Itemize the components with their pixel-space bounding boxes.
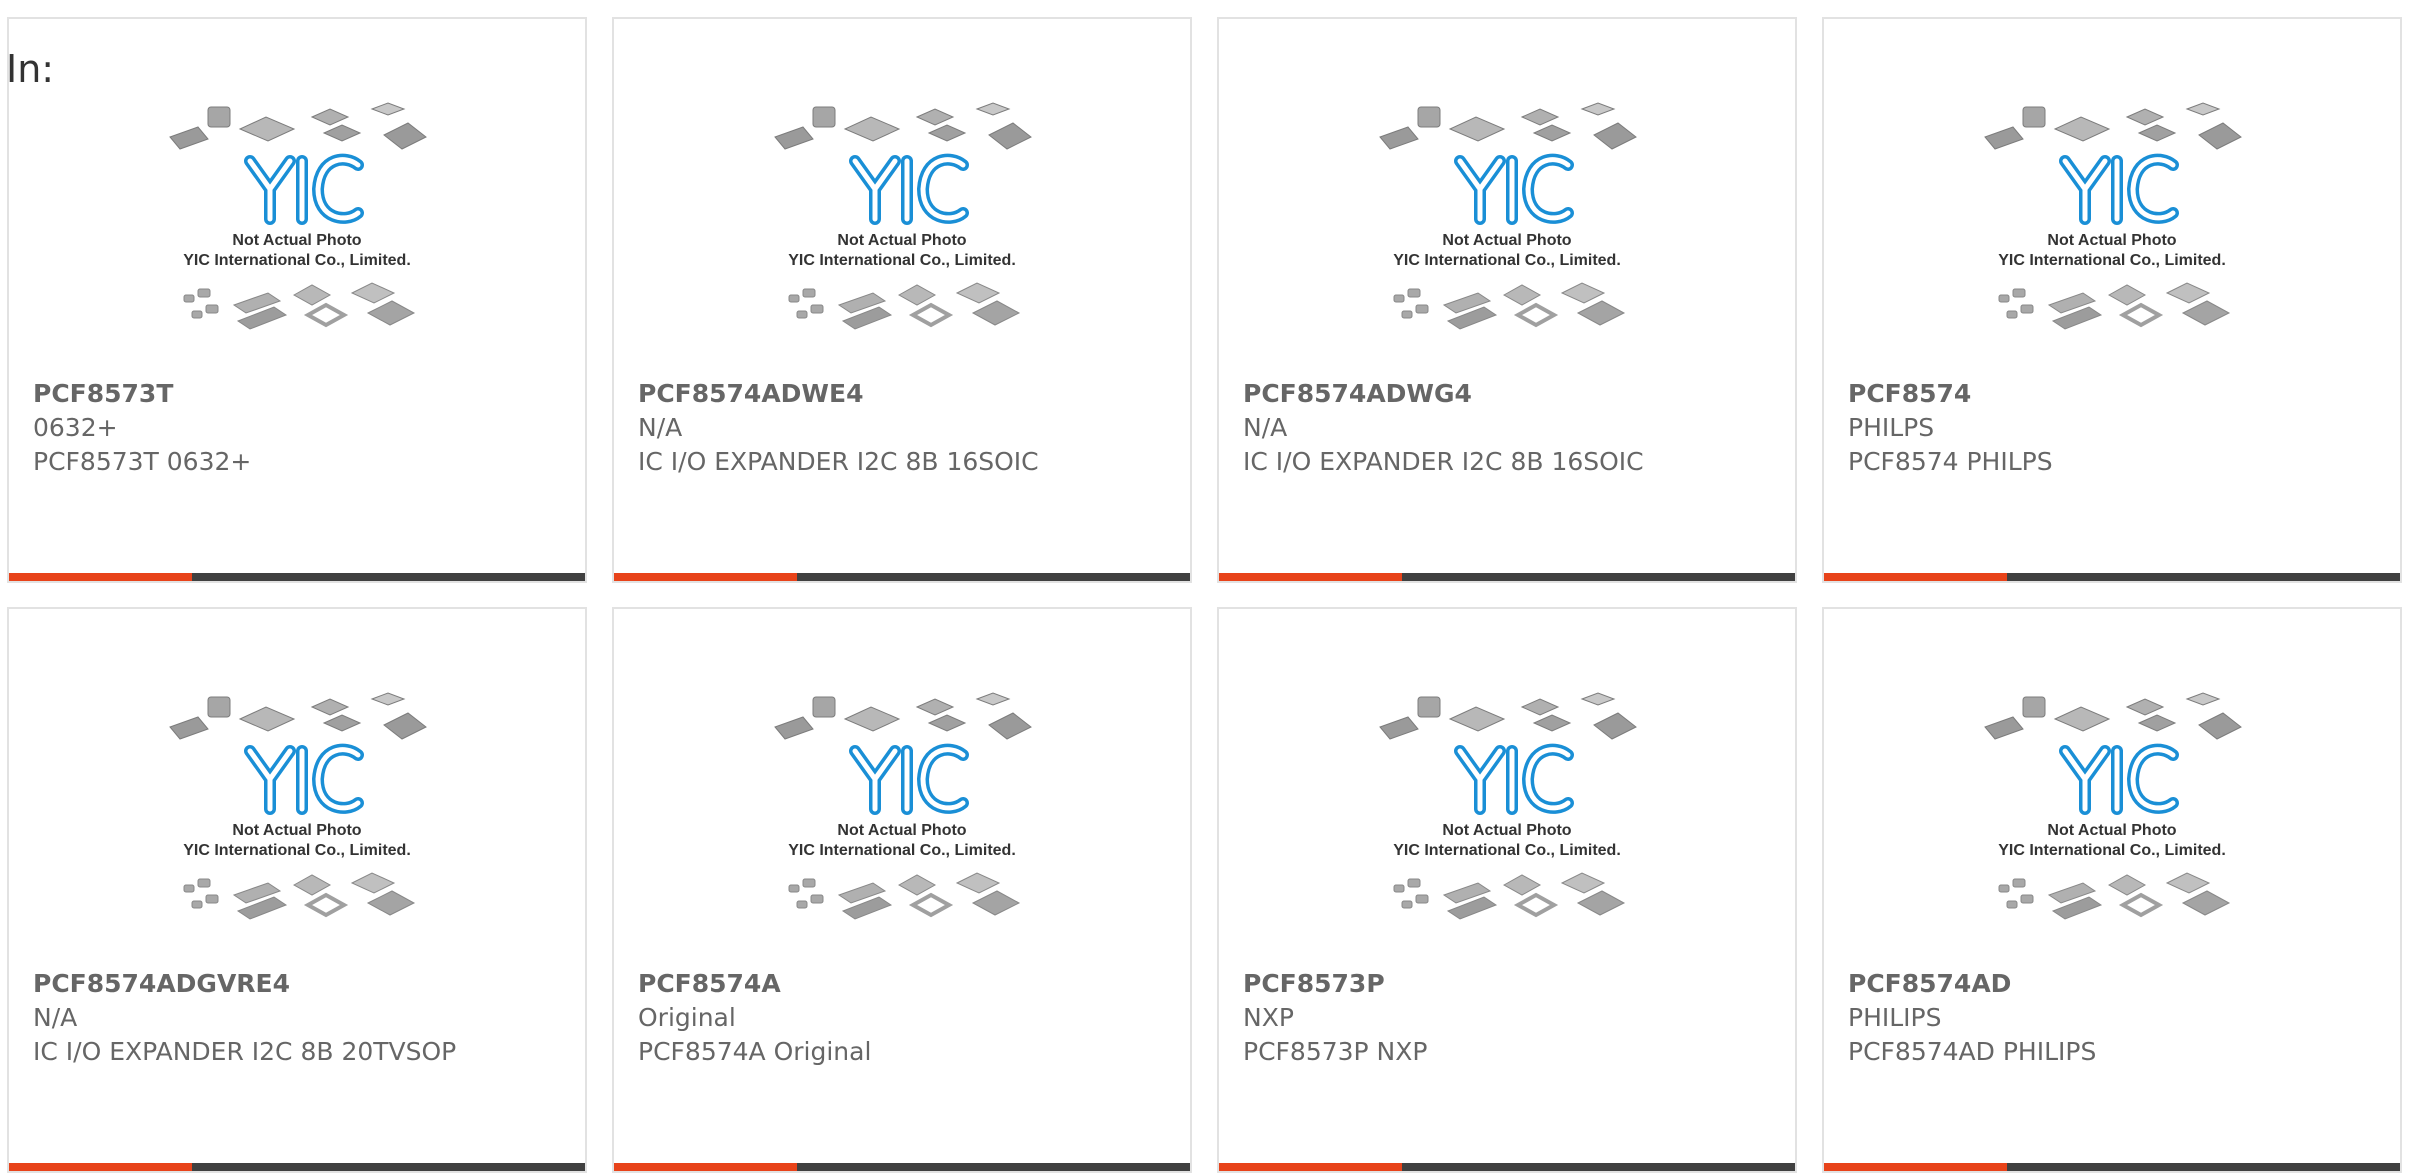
placeholder-line2: YIC International Co., Limited.	[1393, 842, 1621, 859]
product-image[interactable]: Not Actual Photo YIC International Co., …	[1824, 99, 2400, 369]
product-info: PCF8574ADGVRE4 N/A IC I/O EXPANDER I2C 8…	[33, 967, 565, 1069]
product-brand: PHILIPS	[1848, 1003, 1942, 1032]
product-brand: N/A	[33, 1003, 78, 1032]
product-part-number[interactable]: PCF8574ADGVRE4	[33, 967, 565, 1001]
product-card-8[interactable]: Not Actual Photo YIC International Co., …	[1822, 607, 2402, 1173]
card-accent-bar	[1219, 573, 1402, 581]
product-image[interactable]: Not Actual Photo YIC International Co., …	[1824, 689, 2400, 959]
product-card-7[interactable]: Not Actual Photo YIC International Co., …	[1217, 607, 1797, 1173]
placeholder-line1: Not Actual Photo	[837, 822, 966, 839]
product-info: PCF8574ADWG4 N/A IC I/O EXPANDER I2C 8B …	[1243, 377, 1775, 479]
card-bottom-bar	[1219, 573, 1795, 581]
product-info: PCF8574ADWE4 N/A IC I/O EXPANDER I2C 8B …	[638, 377, 1170, 479]
card-bottom-bar	[614, 573, 1190, 581]
placeholder-photo-icon: Not Actual Photo YIC International Co., …	[1984, 692, 2242, 920]
product-image[interactable]: Not Actual Photo YIC International Co., …	[1219, 689, 1795, 959]
product-card-1[interactable]: Not Actual Photo YIC International Co., …	[7, 17, 587, 583]
placeholder-photo-icon: Not Actual Photo YIC International Co., …	[169, 102, 427, 330]
product-image[interactable]: Not Actual Photo YIC International Co., …	[1219, 99, 1795, 369]
card-bottom-bar	[1824, 1163, 2400, 1171]
product-part-number[interactable]: PCF8574	[1848, 377, 2380, 411]
placeholder-line2: YIC International Co., Limited.	[788, 252, 1016, 269]
placeholder-line2: YIC International Co., Limited.	[1998, 252, 2226, 269]
product-part-number[interactable]: PCF8574ADWE4	[638, 377, 1170, 411]
placeholder-line2: YIC International Co., Limited.	[788, 842, 1016, 859]
product-image[interactable]: Not Actual Photo YIC International Co., …	[614, 689, 1190, 959]
product-image[interactable]: Not Actual Photo YIC International Co., …	[9, 689, 585, 959]
placeholder-photo-icon: Not Actual Photo YIC International Co., …	[774, 102, 1032, 330]
card-accent-bar	[614, 1163, 797, 1171]
placeholder-line2: YIC International Co., Limited.	[183, 842, 411, 859]
card-bottom-bar	[614, 1163, 1190, 1171]
product-description: PCF8573T 0632+	[33, 447, 252, 476]
placeholder-line1: Not Actual Photo	[837, 232, 966, 249]
product-card-5[interactable]: Not Actual Photo YIC International Co., …	[7, 607, 587, 1173]
placeholder-photo-icon: Not Actual Photo YIC International Co., …	[1379, 102, 1637, 330]
card-accent-bar	[1824, 573, 2007, 581]
card-accent-bar	[1219, 1163, 1402, 1171]
product-card-6[interactable]: Not Actual Photo YIC International Co., …	[612, 607, 1192, 1173]
in-label: In:	[6, 47, 55, 91]
product-description: PCF8573P NXP	[1243, 1037, 1428, 1066]
placeholder-line2: YIC International Co., Limited.	[183, 252, 411, 269]
product-description: PCF8574AD PHILIPS	[1848, 1037, 2097, 1066]
product-part-number[interactable]: PCF8573T	[33, 377, 565, 411]
product-image[interactable]: Not Actual Photo YIC International Co., …	[9, 99, 585, 369]
placeholder-line2: YIC International Co., Limited.	[1393, 252, 1621, 269]
placeholder-photo-icon: Not Actual Photo YIC International Co., …	[1379, 692, 1637, 920]
card-accent-bar	[9, 573, 192, 581]
product-part-number[interactable]: PCF8574ADWG4	[1243, 377, 1775, 411]
placeholder-line1: Not Actual Photo	[2047, 232, 2176, 249]
card-bottom-bar	[1219, 1163, 1795, 1171]
product-card-4[interactable]: Not Actual Photo YIC International Co., …	[1822, 17, 2402, 583]
placeholder-line1: Not Actual Photo	[232, 232, 361, 249]
product-card-2[interactable]: Not Actual Photo YIC International Co., …	[612, 17, 1192, 583]
product-description: PCF8574 PHILPS	[1848, 447, 2053, 476]
card-bottom-bar	[1824, 573, 2400, 581]
product-brand: NXP	[1243, 1003, 1294, 1032]
product-info: PCF8573T 0632+ PCF8573T 0632+	[33, 377, 565, 479]
placeholder-line1: Not Actual Photo	[1442, 232, 1571, 249]
card-bottom-bar	[9, 573, 585, 581]
placeholder-line1: Not Actual Photo	[1442, 822, 1571, 839]
placeholder-line2: YIC International Co., Limited.	[1998, 842, 2226, 859]
product-description: IC I/O EXPANDER I2C 8B 16SOIC	[1243, 447, 1644, 476]
placeholder-photo-icon: Not Actual Photo YIC International Co., …	[774, 692, 1032, 920]
product-description: IC I/O EXPANDER I2C 8B 20TVSOP	[33, 1037, 457, 1066]
product-part-number[interactable]: PCF8574A	[638, 967, 1170, 1001]
placeholder-line1: Not Actual Photo	[232, 822, 361, 839]
product-brand: PHILPS	[1848, 413, 1935, 442]
product-grid: Not Actual Photo YIC International Co., …	[7, 17, 2403, 1173]
product-brand: N/A	[638, 413, 683, 442]
card-accent-bar	[614, 573, 797, 581]
product-info: PCF8574AD PHILIPS PCF8574AD PHILIPS	[1848, 967, 2380, 1069]
product-info: PCF8574 PHILPS PCF8574 PHILPS	[1848, 377, 2380, 479]
product-part-number[interactable]: PCF8573P	[1243, 967, 1775, 1001]
product-description: PCF8574A Original	[638, 1037, 872, 1066]
product-card-3[interactable]: Not Actual Photo YIC International Co., …	[1217, 17, 1797, 583]
product-image[interactable]: Not Actual Photo YIC International Co., …	[614, 99, 1190, 369]
placeholder-photo-icon: Not Actual Photo YIC International Co., …	[1984, 102, 2242, 330]
product-info: PCF8573P NXP PCF8573P NXP	[1243, 967, 1775, 1069]
product-brand: N/A	[1243, 413, 1288, 442]
product-info: PCF8574A Original PCF8574A Original	[638, 967, 1170, 1069]
product-part-number[interactable]: PCF8574AD	[1848, 967, 2380, 1001]
product-brand: Original	[638, 1003, 736, 1032]
card-accent-bar	[9, 1163, 192, 1171]
placeholder-line1: Not Actual Photo	[2047, 822, 2176, 839]
product-description: IC I/O EXPANDER I2C 8B 16SOIC	[638, 447, 1039, 476]
card-accent-bar	[1824, 1163, 2007, 1171]
placeholder-photo-icon: Not Actual Photo YIC International Co., …	[169, 692, 427, 920]
card-bottom-bar	[9, 1163, 585, 1171]
product-brand: 0632+	[33, 413, 118, 442]
